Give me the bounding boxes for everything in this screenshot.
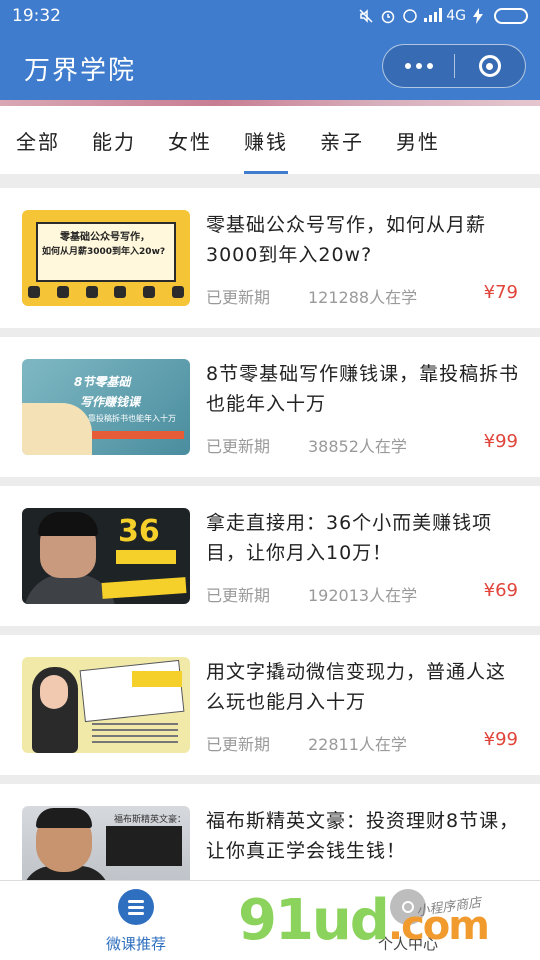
- course-status: 已更新期: [206, 288, 271, 307]
- course-price: ¥99: [483, 729, 518, 750]
- mute-icon: [358, 8, 374, 24]
- course-status: 已更新期: [206, 735, 271, 754]
- tab-women[interactable]: 女性: [168, 106, 212, 174]
- more-button[interactable]: [383, 45, 454, 87]
- thumbnail-text: 靠投稿拆书也能年入十万: [88, 414, 176, 423]
- dot-icon: [404, 63, 411, 69]
- target-icon: [478, 55, 501, 77]
- learner-count: 121288人在学: [308, 288, 418, 307]
- tab-all[interactable]: 全部: [16, 106, 60, 174]
- highlight-mark: [132, 671, 182, 687]
- tab-parenting[interactable]: 亲子: [320, 106, 364, 174]
- note-graphic: [79, 659, 185, 723]
- network-type: 4G: [446, 8, 466, 24]
- learner-count: 22811人在学: [308, 735, 407, 754]
- thumbnail-number: 36: [118, 514, 160, 549]
- thumbnail-banner: [101, 577, 187, 599]
- tab-men[interactable]: 男性: [396, 106, 440, 174]
- course-title: 8节零基础写作赚钱课，靠投稿拆书也能年入十万: [206, 363, 520, 415]
- miniprogram-capsule: [382, 44, 526, 88]
- course-title: 用文字撬动微信变现力，普通人这么玩也能月入十万: [206, 661, 507, 713]
- status-time: 19:32: [12, 6, 61, 26]
- person-hair: [36, 808, 92, 828]
- course-title: 拿走直接用：36个小而美赚钱项目，让你月入10万！: [206, 512, 493, 564]
- learner-count: 192013人在学: [308, 586, 418, 605]
- course-title: 零基础公众号写作，如何从月薪3000到年入20w?: [206, 214, 487, 266]
- thumbnail-text: 写作赚钱课: [80, 395, 141, 409]
- course-thumbnail: [22, 657, 190, 753]
- charging-icon: [472, 8, 488, 24]
- course-list: 零基础公众号写作， 如何从月薪3000到年入20w? 零基础公众号写作，如何从月…: [0, 188, 540, 933]
- dot-icon: [426, 63, 433, 69]
- category-tabs: 全部 能力 女性 赚钱 亲子 男性: [0, 106, 540, 174]
- course-price: ¥79: [483, 282, 518, 303]
- thumbnail-strip: [92, 431, 184, 439]
- course-card[interactable]: 36 拿走直接用：36个小而美赚钱项目，让你月入10万！ 已更新期 192013…: [0, 486, 540, 626]
- thumbnail-text: 福布斯精英文豪：: [114, 815, 187, 825]
- alarm-icon: [380, 8, 396, 24]
- person-hair: [38, 512, 98, 536]
- circle-icon: [402, 8, 418, 24]
- tab-label: 微课推荐: [105, 935, 166, 953]
- thumbnail-panel: [106, 826, 182, 866]
- tab-earn-money[interactable]: 赚钱: [244, 106, 288, 174]
- course-card[interactable]: 8节零基础 写作赚钱课 靠投稿拆书也能年入十万 8节零基础写作赚钱课，靠投稿拆书…: [0, 337, 540, 477]
- tab-ability[interactable]: 能力: [92, 106, 136, 174]
- course-title: 福布斯精英文豪：投资理财8节课，让你真正学会钱生钱！: [206, 810, 520, 862]
- learner-count: 38852人在学: [308, 437, 407, 456]
- course-status: 已更新期: [206, 586, 271, 605]
- stationery-icons: [28, 286, 184, 300]
- course-price: ¥69: [483, 580, 518, 601]
- thumbnail-text: 8节零基础: [74, 375, 131, 389]
- text-lines-graphic: [92, 723, 178, 743]
- app-header: 万界学院: [0, 32, 540, 104]
- list-icon: [118, 889, 154, 925]
- thumbnail-text: 如何从月薪3000到年入20w?: [42, 247, 166, 257]
- signal-icon: [424, 8, 443, 24]
- close-button[interactable]: [455, 45, 525, 87]
- book-graphic: [22, 403, 92, 455]
- status-icons: 4G: [358, 8, 528, 24]
- course-thumbnail: 36: [22, 508, 190, 604]
- course-status: 已更新期: [206, 437, 271, 456]
- thumbnail-badge: [116, 550, 176, 564]
- person-face: [40, 675, 68, 709]
- battery-icon: [494, 8, 528, 24]
- course-card[interactable]: 零基础公众号写作， 如何从月薪3000到年入20w? 零基础公众号写作，如何从月…: [0, 188, 540, 328]
- thumbnail-text: 零基础公众号写作，: [60, 232, 150, 243]
- course-card[interactable]: 用文字撬动微信变现力，普通人这么玩也能月入十万 已更新期 22811人在学 ¥9…: [0, 635, 540, 775]
- status-bar: 19:32 4G: [0, 0, 540, 32]
- dot-icon: [415, 63, 422, 69]
- course-thumbnail: 零基础公众号写作， 如何从月薪3000到年入20w?: [22, 210, 190, 306]
- app-title: 万界学院: [24, 56, 137, 86]
- course-thumbnail: 8节零基础 写作赚钱课 靠投稿拆书也能年入十万: [22, 359, 190, 455]
- tab-course-recommend[interactable]: 微课推荐: [66, 889, 206, 954]
- course-price: ¥99: [483, 431, 518, 452]
